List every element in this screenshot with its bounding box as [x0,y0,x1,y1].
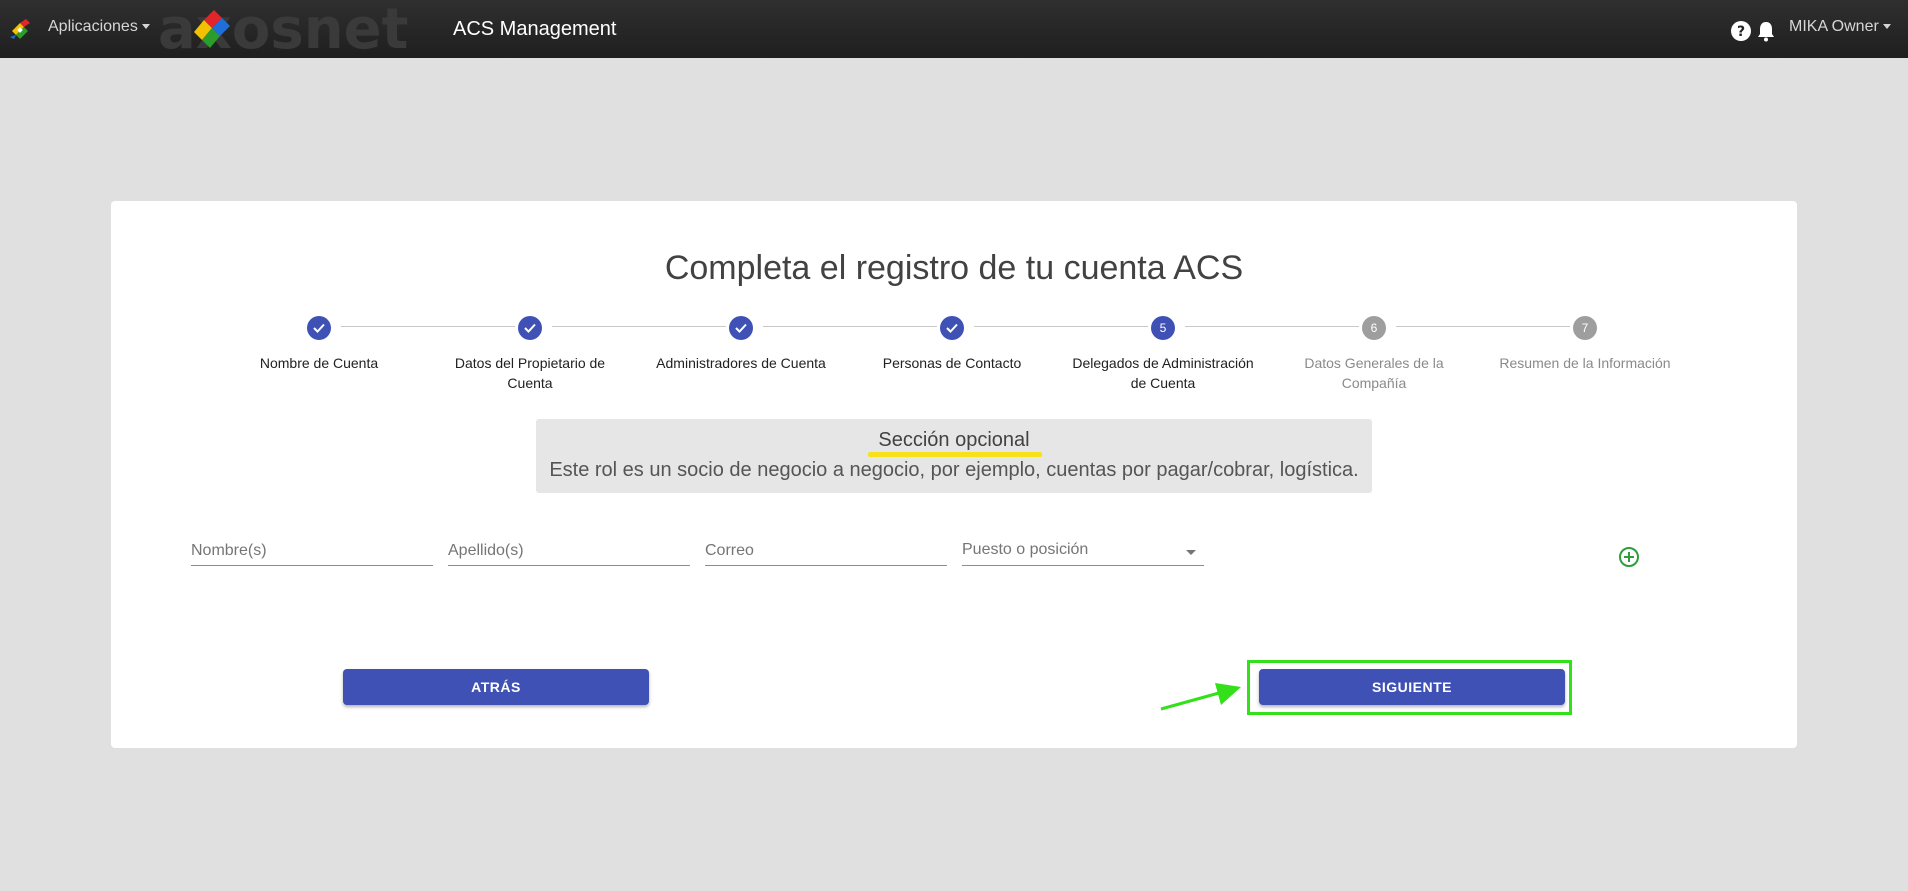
step-label-line: Compañía [1341,375,1407,391]
step-5-circle[interactable]: 5 [1151,316,1175,340]
step-label-line: Delegados de Administración [1072,355,1254,371]
user-menu[interactable]: MIKA Owner [1789,18,1891,36]
step-5-label: Delegados de Administración de Cuenta [1063,353,1263,393]
optional-section-title: Sección opcional [878,429,1030,451]
yellow-underline-highlight [868,452,1042,457]
position-select[interactable]: Puesto o posición [962,537,1204,566]
stepper-connector [1396,326,1570,327]
email-field [705,537,947,566]
step-label-line: de Cuenta [1130,375,1196,391]
first-name-field [191,537,433,566]
stepper-connector [1185,326,1359,327]
stepper-connector [552,326,726,327]
stepper-connector [974,326,1148,327]
step-3-circle[interactable] [729,316,753,340]
step-1-circle[interactable] [307,316,331,340]
brand-logo-text: axosnet [158,2,408,56]
step-label-line: Personas de Contacto [882,355,1022,371]
help-icon[interactable]: ? [1730,20,1752,42]
check-icon [735,323,747,333]
back-button[interactable]: ATRÁS [343,669,649,705]
check-icon [313,323,325,333]
page-title: Completa el registro de tu cuenta ACS [664,249,1244,287]
step-label-line: Cuenta [507,375,553,391]
check-icon [946,323,958,333]
first-name-input[interactable] [191,537,433,565]
top-navigation-bar: Aplicaciones axosnet ACS Management ? MI… [0,0,1908,58]
apps-logo-icon[interactable] [8,17,32,41]
last-name-input[interactable] [448,537,690,565]
stepper-connector [763,326,937,327]
registration-card: Completa el registro de tu cuenta ACS No… [111,201,1797,748]
step-label-line: Nombre de Cuenta [259,355,379,371]
step-7-label: Resumen de la Información [1485,353,1685,373]
step-6-label: Datos Generales de la Compañía [1274,353,1474,393]
last-name-field [448,537,690,566]
step-4-circle[interactable] [940,316,964,340]
step-label-line: Resumen de la Información [1499,355,1671,371]
svg-text:?: ? [1737,24,1745,40]
step-2-circle[interactable] [518,316,542,340]
position-select-placeholder: Puesto o posición [962,541,1089,558]
email-input[interactable] [705,537,947,565]
step-label-line: Datos Generales de la [1304,355,1444,371]
step-2-label: Datos del Propietario de Cuenta [430,353,630,393]
step-label-line: Datos del Propietario de [454,355,606,371]
axosnet-brand-logo: axosnet [158,2,408,56]
applications-menu-label: Aplicaciones [48,18,138,35]
next-button[interactable]: SIGUIENTE [1259,669,1565,705]
step-4-label: Personas de Contacto [852,353,1052,373]
notifications-bell-icon[interactable] [1756,20,1776,42]
step-7-circle[interactable]: 7 [1573,316,1597,340]
add-row-plus-icon[interactable] [1618,546,1640,568]
step-3-label: Administradores de Cuenta [641,353,841,373]
chevron-down-icon [1882,24,1891,30]
step-label-line: Administradores de Cuenta [656,355,826,371]
step-6-circle[interactable]: 6 [1362,316,1386,340]
user-menu-label: MIKA Owner [1789,18,1879,35]
annotation-arrow-icon [1160,683,1241,711]
check-icon [524,323,536,333]
optional-section-notice: Sección opcional Este rol es un socio de… [536,419,1372,493]
chevron-down-icon [141,24,150,30]
stepper-connector [341,326,515,327]
applications-menu[interactable]: Aplicaciones [48,18,150,36]
app-title: ACS Management [453,18,617,40]
optional-section-description: Este rol es un socio de negocio a negoci… [549,459,1359,481]
step-1-label: Nombre de Cuenta [219,353,419,373]
chevron-down-icon [1186,550,1196,555]
